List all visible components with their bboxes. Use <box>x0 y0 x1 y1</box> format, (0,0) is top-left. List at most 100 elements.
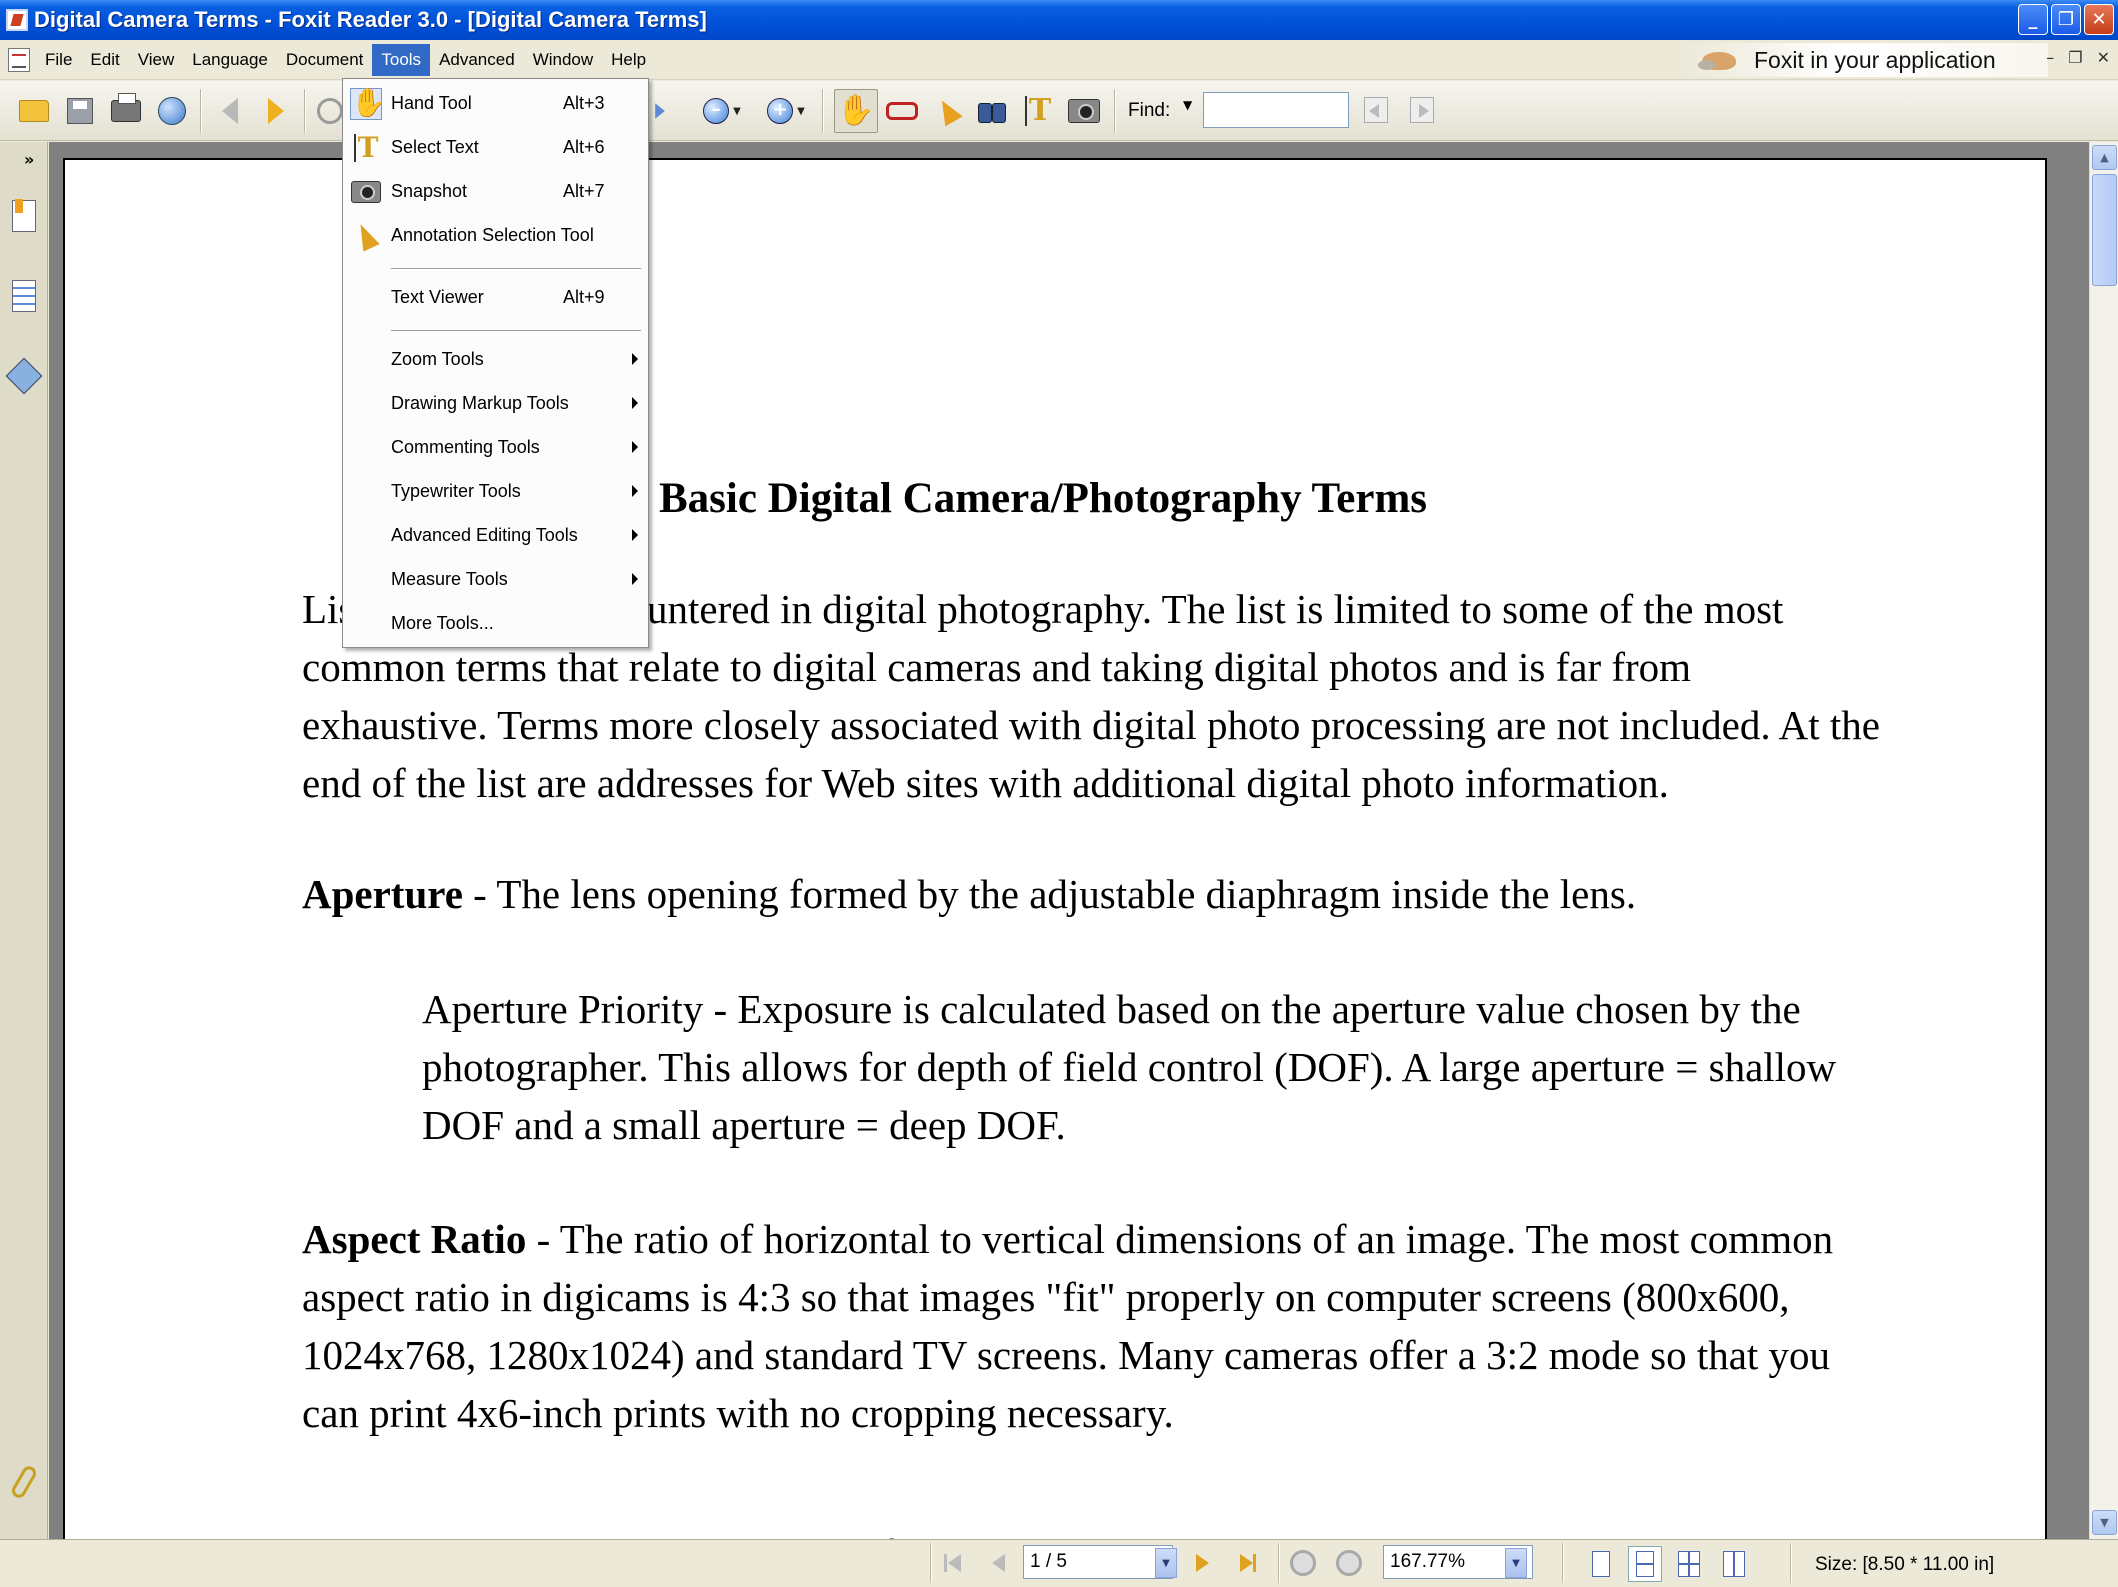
menu-window[interactable]: Window <box>524 44 602 76</box>
document-window-controls: – ❐ ✕ <box>2046 48 2110 67</box>
previous-page-button[interactable] <box>982 1547 1012 1579</box>
page-number-input[interactable] <box>1023 1545 1173 1579</box>
menu-advanced[interactable]: Advanced <box>430 44 524 76</box>
foxit-ad-banner[interactable]: Foxit in your application <box>1678 43 2048 77</box>
zoom-out-icon: – <box>703 98 730 124</box>
previous-view-button[interactable] <box>210 91 250 131</box>
menu-edit[interactable]: Edit <box>81 44 128 76</box>
find-input[interactable] <box>1203 92 1349 128</box>
find-previous-icon <box>1364 97 1388 123</box>
menu-item-text-viewer[interactable]: Text Viewer Alt+9 <box>343 277 648 317</box>
previous-view-status-button[interactable] <box>1290 1547 1316 1579</box>
menu-view[interactable]: View <box>129 44 184 76</box>
bookmarks-tab[interactable] <box>8 196 40 236</box>
menu-item-select-text[interactable]: T Select Text Alt+6 <box>343 127 648 167</box>
toolbar: – ▼ + ▼ ✋ T <box>0 81 2118 141</box>
print-button[interactable] <box>106 91 146 131</box>
layers-icon <box>5 357 43 395</box>
previous-page-icon <box>982 1548 1012 1578</box>
scroll-down-button[interactable]: ▼ <box>2092 1510 2117 1535</box>
next-page-button[interactable] <box>1188 1547 1218 1579</box>
layers-tab[interactable] <box>5 356 43 396</box>
bookmark-icon <box>12 199 36 232</box>
maximize-button[interactable]: ❐ <box>2051 4 2081 35</box>
find-options-dropdown[interactable]: ▼ <box>1183 98 1192 112</box>
single-page-layout-button[interactable] <box>1586 1548 1616 1580</box>
snapshot-icon <box>349 175 383 209</box>
menu-separator <box>391 330 641 332</box>
next-view-icon <box>268 98 284 124</box>
doc-minimize-button[interactable]: – <box>2046 48 2054 67</box>
menu-language[interactable]: Language <box>183 44 277 76</box>
menu-document[interactable]: Document <box>277 44 372 76</box>
scroll-up-button[interactable]: ▲ <box>2092 145 2117 170</box>
menu-item-more-tools[interactable]: More Tools... <box>343 603 648 643</box>
dropdown-arrow-icon: ▼ <box>1505 1548 1527 1578</box>
find-button[interactable] <box>972 91 1012 131</box>
menu-item-typewriter-tools[interactable]: Typewriter Tools <box>343 471 648 511</box>
menu-item-advanced-editing-tools[interactable]: Advanced Editing Tools <box>343 515 648 555</box>
next-view-button[interactable] <box>256 91 296 131</box>
menu-help[interactable]: Help <box>602 44 655 76</box>
scrollbar-thumb[interactable] <box>2092 174 2117 286</box>
attachments-tab[interactable] <box>8 1462 40 1502</box>
arrow-cursor-icon <box>349 219 383 253</box>
select-text-button[interactable]: T <box>1018 91 1058 131</box>
menu-item-hand-tool[interactable]: ✋ Hand Tool Alt+3 <box>343 83 648 123</box>
submenu-arrow-icon <box>632 573 638 585</box>
banner-text: Foxit in your application <box>1754 46 1996 73</box>
menu-item-shortcut: Alt+6 <box>563 136 605 157</box>
open-button[interactable] <box>14 91 54 131</box>
menu-item-label: Zoom Tools <box>391 348 484 369</box>
submenu-arrow-icon <box>632 529 638 541</box>
minimize-button[interactable]: _ <box>2018 4 2048 35</box>
snapshot-button[interactable] <box>1064 91 1104 131</box>
next-view-status-button[interactable] <box>1336 1547 1362 1579</box>
menu-tools[interactable]: Tools <box>372 43 431 76</box>
continuous-layout-button[interactable] <box>1628 1546 1662 1582</box>
select-text-icon: T <box>1024 96 1051 126</box>
first-page-button[interactable] <box>938 1547 968 1579</box>
web-button[interactable] <box>152 91 192 131</box>
menu-item-zoom-tools[interactable]: Zoom Tools <box>343 339 648 379</box>
vertical-scrollbar[interactable]: ▲ ▼ <box>2089 142 2118 1539</box>
zoom-in-button[interactable]: + ▼ <box>758 91 814 131</box>
forward-circle-icon <box>1336 1550 1362 1576</box>
menu-file[interactable]: File <box>36 44 81 76</box>
find-label: Find: <box>1128 100 1171 121</box>
pages-tab[interactable] <box>8 276 40 316</box>
menu-item-label: Measure Tools <box>391 568 508 589</box>
doc-restore-button[interactable]: ❐ <box>2068 48 2082 67</box>
window-title: Digital Camera Terms - Foxit Reader 3.0 … <box>34 7 707 32</box>
status-divider <box>1790 1543 1792 1583</box>
aperture-priority-paragraph: Aperture Priority - Exposure is calculat… <box>422 986 1837 1148</box>
close-button[interactable]: ✕ <box>2084 4 2114 35</box>
doc-close-button[interactable]: ✕ <box>2097 48 2110 67</box>
continuous-facing-layout-button[interactable] <box>1674 1548 1704 1580</box>
save-button[interactable] <box>60 91 100 131</box>
expand-panel-icon[interactable]: » <box>24 150 34 169</box>
find-next-button[interactable] <box>1406 94 1438 126</box>
aperture-paragraph: Aperture - The lens opening formed by th… <box>302 865 1882 923</box>
facing-layout-button[interactable] <box>1719 1548 1749 1580</box>
page-dropdown-button[interactable]: ▼ <box>1155 1547 1177 1579</box>
menu-item-drawing-markup-tools[interactable]: Drawing Markup Tools <box>343 383 648 423</box>
menu-item-commenting-tools[interactable]: Commenting Tools <box>343 427 648 467</box>
find-previous-button[interactable] <box>1360 94 1392 126</box>
menu-item-snapshot[interactable]: Snapshot Alt+7 <box>343 171 648 211</box>
last-page-button[interactable] <box>1232 1547 1262 1579</box>
menu-item-measure-tools[interactable]: Measure Tools <box>343 559 648 599</box>
select-annotation-button[interactable] <box>928 91 968 131</box>
zoom-dropdown-button[interactable]: ▼ <box>1505 1547 1527 1579</box>
document-icon[interactable] <box>8 47 30 72</box>
zoom-out-button[interactable]: – ▼ <box>694 91 750 131</box>
foxit-app-icon[interactable] <box>6 9 28 31</box>
menu-item-label: Drawing Markup Tools <box>391 392 569 413</box>
menu-item-annotation-selection[interactable]: Annotation Selection Tool <box>343 215 648 255</box>
hand-tool-button[interactable]: ✋ <box>834 89 878 133</box>
aspect-ratio-paragraph: Aspect Ratio - The ratio of horizontal t… <box>302 1210 1882 1442</box>
text-viewer-button[interactable] <box>882 91 922 131</box>
continuous-facing-icon <box>1678 1551 1700 1577</box>
snapshot-icon <box>1068 99 1100 123</box>
menu-item-label: Select Text <box>391 136 479 157</box>
